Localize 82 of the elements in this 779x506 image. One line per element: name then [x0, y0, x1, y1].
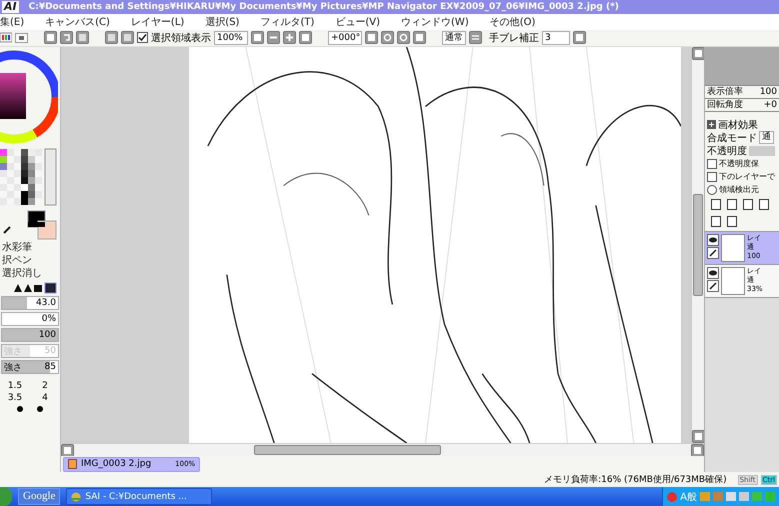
option-label: 下のレイヤーで [719, 171, 775, 182]
scrollbar-thumb[interactable] [254, 445, 441, 456]
deselect-button[interactable] [44, 31, 57, 44]
menu-item[interactable]: フィルタ(T) [260, 14, 314, 29]
blend-mode-field[interactable]: 通常 [442, 30, 466, 45]
slider-value: 50 [44, 346, 56, 356]
scrollbar-thumb[interactable] [693, 194, 703, 296]
brush-tool[interactable]: 択ペン [0, 254, 60, 268]
slider-value: 85 [44, 362, 56, 372]
brush-size[interactable]: 1.5 [0, 381, 30, 392]
angle-label: 回転角度 [707, 99, 743, 112]
clear-button[interactable] [105, 31, 118, 44]
stabilizer-field[interactable]: 3 [542, 30, 570, 45]
opacity-slider[interactable] [749, 146, 775, 156]
brush-slider[interactable]: 43.0 [1, 296, 59, 310]
brush-tool[interactable]: 水彩筆 [0, 241, 60, 254]
brush-size[interactable]: 4 [30, 393, 60, 404]
blend-label: 合成モード [707, 132, 757, 145]
scroll-right-button[interactable] [691, 444, 704, 458]
menu-item[interactable]: 選択(S) [205, 14, 240, 29]
brush-size[interactable]: 3.5 [0, 393, 30, 404]
taskbar-task[interactable]: SAI - C:¥Documents ... [66, 488, 212, 505]
rotation-menu-button[interactable] [365, 31, 378, 44]
eye-icon[interactable] [707, 267, 719, 280]
flip-button[interactable] [469, 31, 482, 44]
texture-label: 画材効果 [718, 118, 758, 132]
brush-icon[interactable] [707, 247, 719, 260]
rotation-reset-button[interactable] [413, 31, 426, 44]
slider-value: 43.0 [36, 298, 56, 308]
blend-field[interactable]: 通 [759, 131, 774, 144]
menu-item[interactable]: その他(O) [490, 14, 536, 29]
zoom-menu-button[interactable] [251, 31, 264, 44]
layer-thumbnail [721, 267, 745, 296]
radio-button[interactable] [707, 184, 717, 195]
angle-value: +0 [764, 99, 777, 112]
checkbox[interactable] [707, 158, 717, 169]
option-label: 領域検出元 [719, 184, 759, 196]
eye-icon[interactable] [707, 234, 719, 246]
menu-item[interactable]: ウィンドウ(W) [401, 14, 469, 29]
option-label: 不透明度保 [719, 158, 759, 170]
scroll-up-button[interactable] [692, 47, 705, 60]
slider-label: 強さ [4, 362, 22, 374]
zoom-reset-button[interactable] [299, 31, 312, 44]
menu-item[interactable]: 集(E) [0, 14, 24, 29]
undo-button[interactable] [60, 31, 73, 44]
rotate-left-button[interactable] [381, 31, 394, 44]
brush-size[interactable]: 2 [30, 381, 60, 392]
menu-item[interactable]: ビュー(V) [335, 14, 380, 29]
scroll-left-button[interactable] [61, 444, 74, 458]
fill-button[interactable] [121, 31, 134, 44]
zoom-label: 表示倍率 [707, 86, 743, 98]
menu-item[interactable]: キャンバス(C) [45, 14, 110, 29]
zoom-in-button[interactable] [283, 31, 296, 44]
rotation-field[interactable]: +000° [328, 30, 362, 45]
google-toolbar-button[interactable]: Google [18, 488, 60, 505]
rotate-right-button[interactable] [397, 31, 410, 44]
checkbox[interactable] [707, 172, 717, 182]
selection-checkbox[interactable] [137, 32, 148, 44]
brush-tool[interactable]: 選択消し [0, 267, 60, 280]
zoom-out-button[interactable] [267, 31, 280, 44]
stabilizer-label: 手ブレ補正 [489, 32, 539, 45]
opacity-label: 不透明度 [707, 144, 747, 158]
color-mode-icon[interactable] [15, 31, 28, 44]
image-file-icon [68, 459, 77, 470]
brush-slider[interactable]: 100 [1, 328, 59, 342]
zoom-field[interactable]: 100% [214, 30, 248, 45]
scroll-down-button[interactable] [692, 430, 705, 444]
plus-icon[interactable] [707, 120, 716, 130]
brush-slider[interactable]: 強さ 85 [1, 360, 59, 374]
app-logo: AI [2, 0, 19, 13]
stabilizer-menu-button[interactable] [573, 31, 586, 44]
redo-button[interactable] [76, 31, 89, 44]
checkbox-label: 選択領域表示 [151, 32, 211, 45]
brush-icon[interactable] [707, 280, 719, 292]
memory-status: メモリ負荷率:16% (76MB使用/673MB確保) [544, 474, 727, 486]
menu-item[interactable]: レイヤー(L) [130, 14, 184, 29]
zoom-value: 100 [760, 86, 777, 98]
start-button[interactable] [0, 487, 12, 506]
brush-field[interactable]: 0% [1, 312, 59, 326]
slider-value: 100 [38, 330, 56, 340]
layer-thumbnail [721, 234, 745, 262]
window-title: C:¥Documents and Settings¥HIKARU¥My Documents¥My Pictures¥MP Navigator EX¥2009_07_06¥IMG_0003 2.jpg (*) [28, 2, 619, 12]
